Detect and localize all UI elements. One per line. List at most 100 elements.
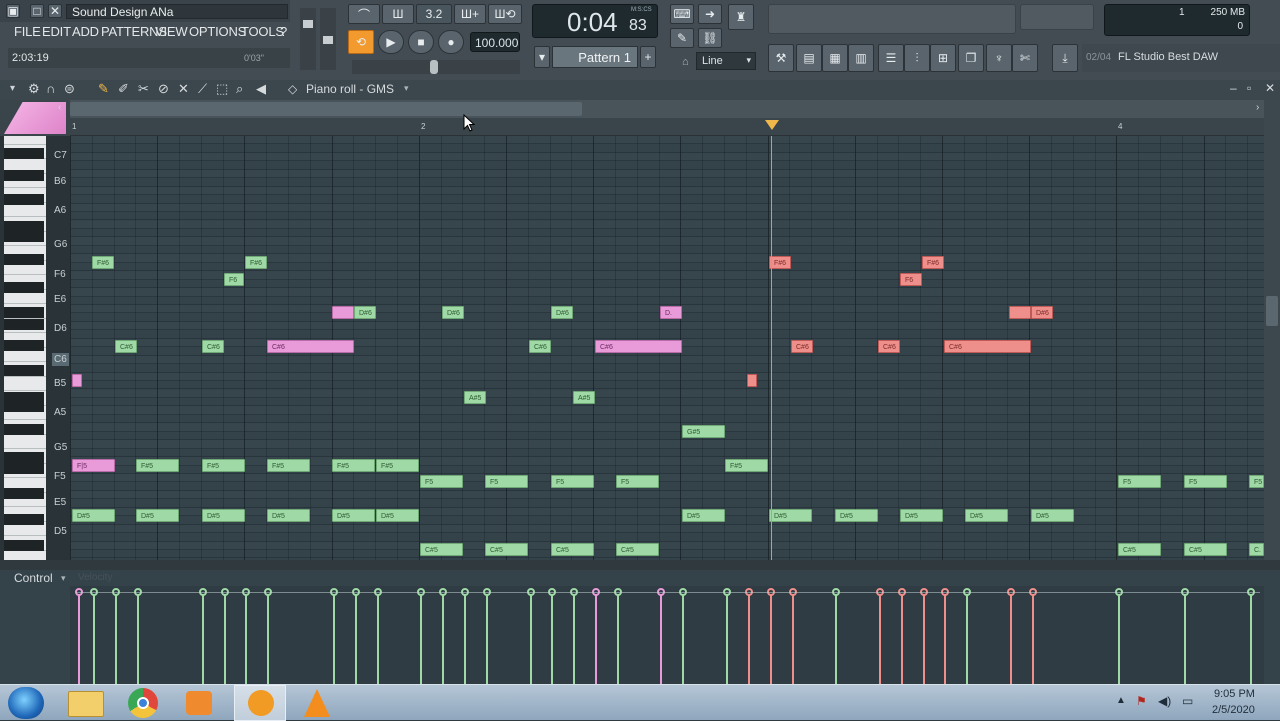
note[interactable] (72, 374, 82, 387)
windows-start-icon[interactable] (8, 687, 44, 719)
note-grid[interactable]: F#6 F#6 F6 D#6 D#6 D#6 C#6 C#6 C#6 A#5 A#5 G#5 F#5 F#… (70, 136, 1264, 560)
vertical-scrollbar[interactable] (1264, 100, 1280, 560)
note[interactable]: F#6 (245, 256, 267, 269)
black-key[interactable] (4, 424, 44, 435)
pattern-dropdown-icon[interactable]: ▾ (534, 46, 550, 68)
chrome-icon[interactable] (128, 688, 158, 718)
velocity-bar[interactable] (90, 588, 98, 684)
note[interactable]: F#5 (267, 459, 310, 472)
media-player-icon[interactable] (186, 691, 212, 715)
black-key[interactable] (4, 514, 44, 525)
velocity-bar[interactable] (614, 588, 622, 684)
black-key[interactable] (4, 401, 44, 412)
note[interactable]: F5 (1249, 475, 1264, 488)
menu-view[interactable]: VIEW (155, 24, 188, 42)
note[interactable]: D#5 (267, 509, 310, 522)
velocity-bar[interactable] (417, 588, 425, 684)
note[interactable]: F5 (616, 475, 659, 488)
note[interactable]: C#5 (485, 543, 528, 556)
black-key[interactable] (4, 254, 44, 265)
splitter[interactable] (0, 560, 1280, 570)
note[interactable]: F#5 (376, 459, 419, 472)
overdub-button[interactable]: Ш+ (454, 4, 486, 24)
note[interactable]: D#5 (900, 509, 943, 522)
note[interactable]: D#5 (202, 509, 245, 522)
magnet-snap-icon[interactable]: ∩ (46, 81, 55, 96)
note[interactable]: C#6 (878, 340, 900, 353)
velocity-bar[interactable] (679, 588, 687, 684)
vlc-icon[interactable] (304, 689, 330, 717)
note[interactable]: D. (660, 306, 682, 319)
velocity-bar[interactable] (876, 588, 884, 684)
close-piano-roll-icon[interactable]: ✕ (1265, 81, 1275, 95)
brush-tool-icon[interactable]: ✐ (118, 81, 129, 97)
download-icon[interactable]: ⤓ (1052, 44, 1078, 72)
note[interactable]: C#6 (115, 340, 137, 353)
control-dropdown-icon[interactable]: ▾ (61, 573, 66, 584)
velocity-bar[interactable] (963, 588, 971, 684)
note[interactable] (747, 374, 757, 387)
note[interactable]: F#5 (202, 459, 245, 472)
delete-tool-icon[interactable]: ⊘ (158, 81, 169, 97)
mixer-sliders-icon[interactable]: ⫶ (904, 44, 930, 72)
tempo-tap-icon[interactable]: ✄ (1012, 44, 1038, 72)
snap-selector[interactable]: Line ▾ (696, 52, 756, 70)
pencil-icon[interactable]: ✎ (670, 28, 694, 48)
scroll-right-icon[interactable]: › (1256, 102, 1259, 113)
velocity-bar[interactable] (352, 588, 360, 684)
wrench-icon[interactable]: ⚙ (28, 81, 40, 97)
white-key[interactable] (4, 550, 46, 560)
loop-record-button[interactable]: Ш⟲ (488, 4, 522, 24)
maximize-icon[interactable]: ▫ (1247, 81, 1251, 95)
velocity-bar[interactable] (461, 588, 469, 684)
note[interactable]: D#5 (769, 509, 812, 522)
clock-time[interactable]: 9:05 PM (1214, 688, 1255, 700)
note[interactable]: C#6 (595, 340, 682, 353)
typing-keyboard-icon[interactable]: ⌨ (670, 4, 694, 24)
browser-icon[interactable]: ⊞ (930, 44, 956, 72)
note[interactable]: F6 (224, 273, 244, 286)
note[interactable]: C#6 (791, 340, 813, 353)
clock-date[interactable]: 2/5/2020 (1212, 704, 1255, 716)
menu-tools[interactable]: TOOLS (241, 24, 284, 42)
note[interactable]: D#6 (1031, 306, 1053, 319)
play-button[interactable]: ▶ (378, 30, 404, 54)
note[interactable]: A#5 (464, 391, 486, 404)
playlist-icon[interactable]: ▤ (796, 44, 822, 72)
white-key[interactable] (4, 434, 46, 449)
piano-roll-menu-icon[interactable]: ▾ (10, 83, 15, 94)
note[interactable]: C#5 (420, 543, 463, 556)
piano-keyboard[interactable]: C7 B6 A6 G6 F6 E6 D6 C6 B5 A5 G5 F5 E5 D5 (0, 136, 70, 560)
black-key[interactable] (4, 340, 44, 351)
velocity-bar[interactable] (483, 588, 491, 684)
note[interactable]: D#6 (354, 306, 376, 319)
velocity-bar[interactable] (723, 588, 731, 684)
master-pitch-slider[interactable] (320, 8, 336, 70)
velocity-bar[interactable] (657, 588, 665, 684)
channel-dropdown-icon[interactable]: ▾ (404, 83, 409, 94)
target-channel-icon[interactable]: ◇ (288, 82, 297, 96)
wait-input-button[interactable]: Ш (382, 4, 414, 24)
velocity-bar[interactable] (745, 588, 753, 684)
note[interactable]: C#5 (616, 543, 659, 556)
menu-edit[interactable]: EDIT (42, 24, 71, 42)
recording-filter-icon[interactable]: ♜ (728, 4, 754, 30)
note[interactable] (1009, 306, 1031, 319)
pencil-tool-icon[interactable]: ✎ (98, 81, 109, 97)
black-key[interactable] (4, 540, 44, 551)
velocity-bar[interactable] (75, 588, 83, 684)
news-panel[interactable]: 02/04 FL Studio Best DAW (1082, 44, 1280, 72)
add-pattern-button[interactable]: + (640, 46, 656, 68)
snap-tool-icon[interactable]: ⚒ (768, 44, 794, 72)
link-icon[interactable]: ⛓ (698, 28, 722, 48)
note[interactable]: A#5 (573, 391, 595, 404)
stop-button[interactable]: ■ (408, 30, 434, 54)
note[interactable]: D#5 (136, 509, 179, 522)
menu-file[interactable]: FILE (14, 24, 41, 42)
time-ruler[interactable]: 1 2 4 (70, 118, 1264, 136)
note[interactable]: F#5 (725, 459, 768, 472)
note[interactable]: C#5 (551, 543, 594, 556)
note[interactable]: D#6 (551, 306, 573, 319)
mute-tool-icon[interactable]: ✕ (178, 81, 189, 97)
black-key[interactable] (4, 319, 44, 330)
